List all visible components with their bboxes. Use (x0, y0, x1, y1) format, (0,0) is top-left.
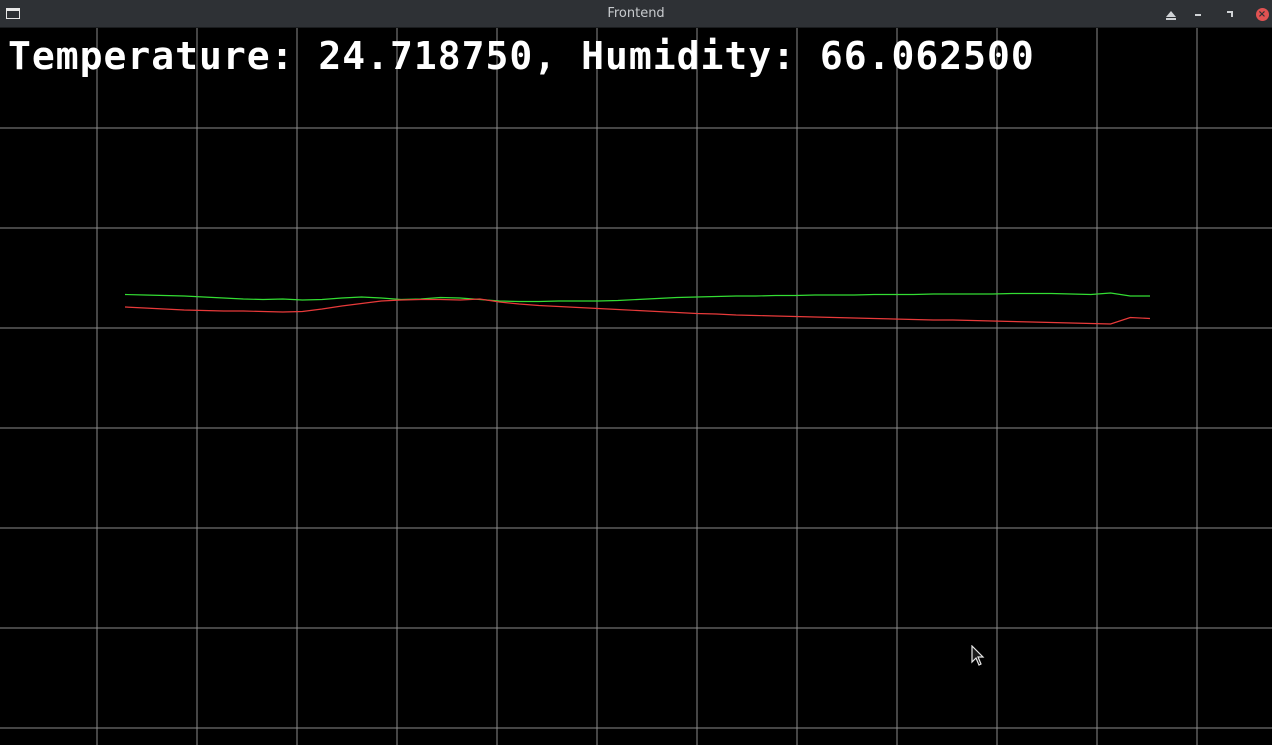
mouse-cursor-icon (971, 645, 985, 666)
title-bar[interactable]: Frontend × (0, 0, 1272, 28)
plot-series (124, 292, 1151, 325)
window-title: Frontend (607, 6, 665, 21)
maximize-icon (1227, 11, 1233, 17)
plot-grid (0, 28, 1272, 745)
sensor-readout: Temperature: 24.718750, Humidity: 66.062… (8, 34, 1035, 78)
close-icon: × (1255, 7, 1269, 21)
series-line-1 (124, 298, 1151, 325)
minimize-icon (1195, 14, 1201, 16)
keep-above-button[interactable] (1161, 4, 1181, 24)
keep-above-icon (1166, 11, 1176, 20)
app-window: Frontend × Temperature: 24.718750, Humid… (0, 0, 1272, 745)
minimize-button[interactable] (1188, 4, 1208, 24)
maximize-button[interactable] (1220, 4, 1240, 24)
close-button[interactable]: × (1252, 4, 1272, 24)
sensor-plot-canvas (0, 28, 1272, 745)
series-line-0 (124, 292, 1150, 303)
